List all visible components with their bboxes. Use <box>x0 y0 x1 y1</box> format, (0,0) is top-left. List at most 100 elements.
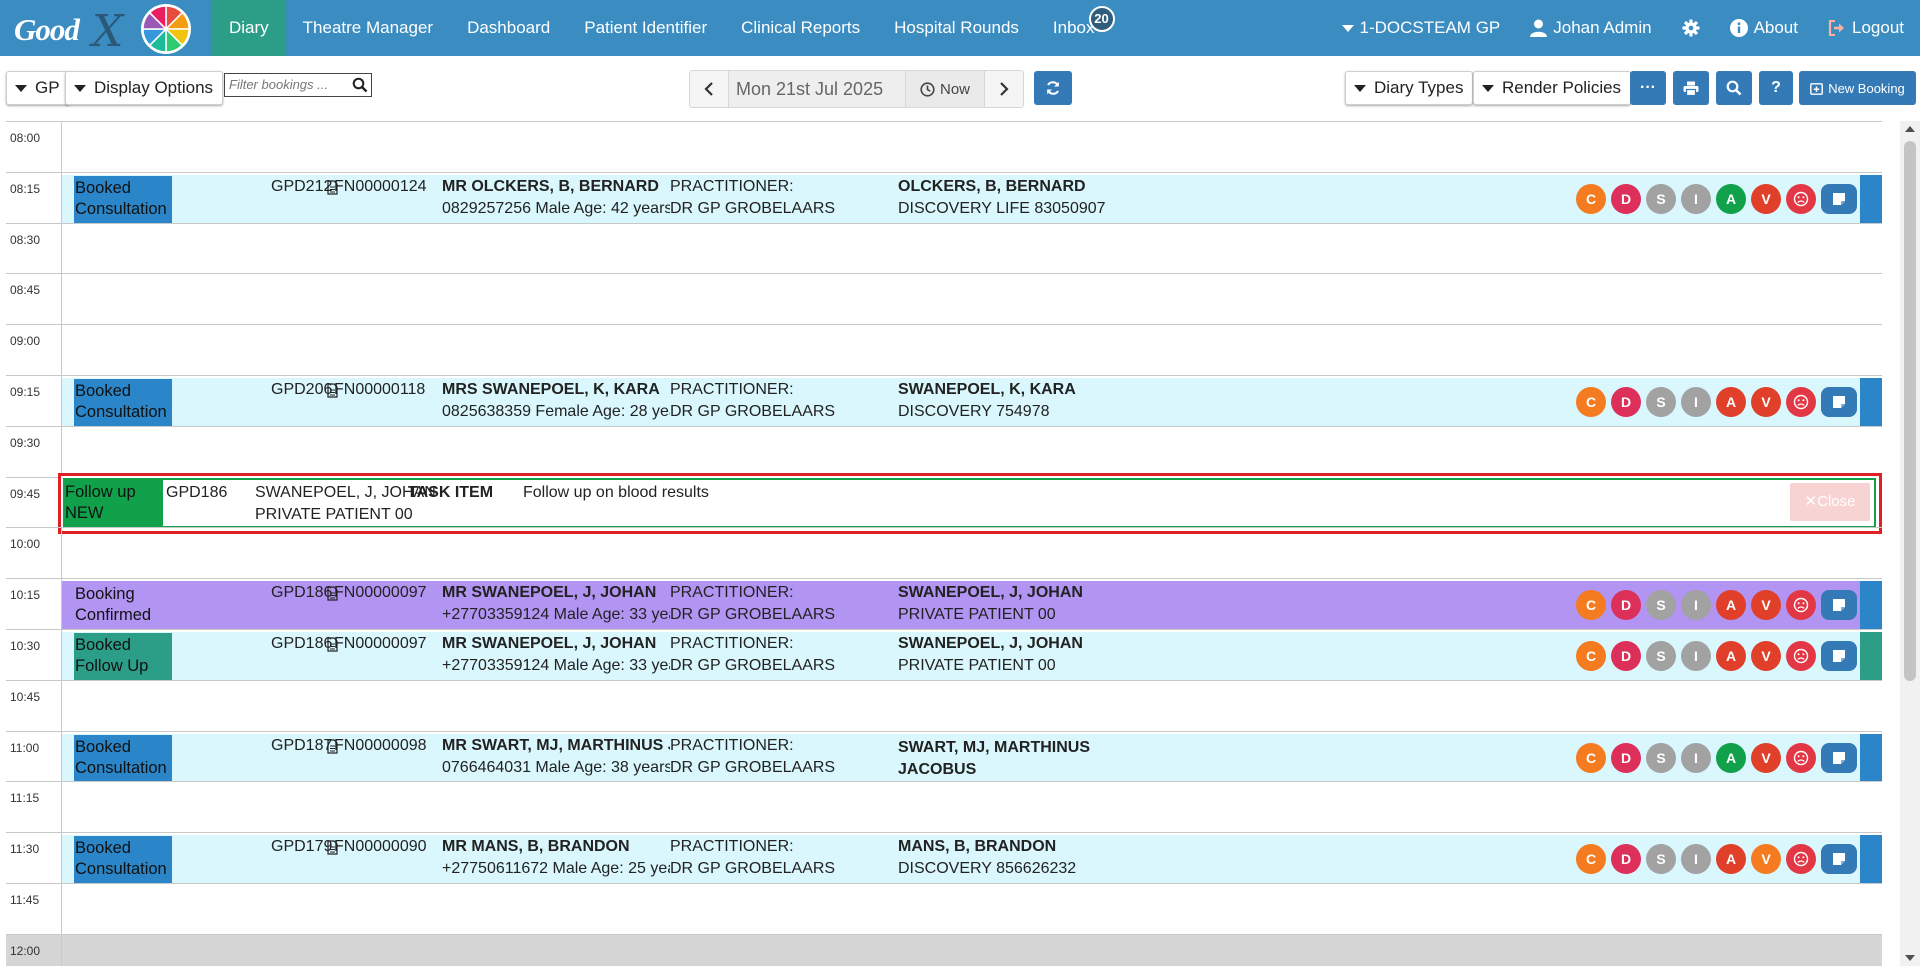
action-c-button[interactable]: C <box>1576 183 1606 214</box>
action-c-button[interactable]: C <box>1576 844 1606 875</box>
sad-face-icon[interactable] <box>1786 742 1816 773</box>
file-number[interactable]: FN00000124 <box>334 178 427 196</box>
time-slot[interactable]: 08:00 <box>6 121 1882 173</box>
patient-name[interactable]: MR SWANEPOEL, J, JOHAN <box>442 635 670 653</box>
appointment-row[interactable]: Booked Consultation GPD179 FN00000090 MR MA… <box>62 835 1882 884</box>
action-v-button[interactable]: V <box>1751 590 1781 621</box>
file-number[interactable]: FN00000097 <box>334 584 427 602</box>
time-slot[interactable]: 12:00 <box>6 933 1882 966</box>
action-i-button[interactable]: I <box>1681 387 1711 417</box>
action-i-button[interactable]: I <box>1681 641 1711 671</box>
action-s-button[interactable]: S <box>1646 641 1676 671</box>
action-a-button[interactable]: A <box>1716 742 1746 773</box>
date-field[interactable]: Mon 21st Jul 2025 <box>728 71 906 107</box>
goodx-logo[interactable]: Good X <box>12 2 202 57</box>
diary-scrollbar[interactable] <box>1900 121 1920 966</box>
appointment-row[interactable]: Booked Consultation GPD187 FN00000098 MR SW… <box>62 733 1882 782</box>
task-item-highlighted[interactable]: Follow up NEW GPD186 SWANEPOEL, J, JOHAN PR… <box>58 472 1882 534</box>
action-c-button[interactable]: C <box>1576 590 1606 621</box>
settings-button[interactable] <box>1667 0 1715 56</box>
action-s-button[interactable]: S <box>1646 387 1676 417</box>
action-d-button[interactable]: D <box>1611 844 1641 875</box>
render-policies-dropdown[interactable]: Render Policies <box>1473 71 1632 105</box>
nav-diary[interactable]: Diary <box>212 0 286 56</box>
time-slot[interactable]: 10:30 Booked Follow Up GPD186 FN00000097 MR … <box>6 629 1882 681</box>
time-slot[interactable]: 10:15 Booking Confirmed GPD186 FN00000097 MR… <box>6 578 1882 631</box>
action-s-button[interactable]: S <box>1646 183 1676 214</box>
note-icon[interactable] <box>1821 183 1857 214</box>
time-slot[interactable]: 09:15 Booked Consultation GPD206 FN00000118… <box>6 375 1882 427</box>
appointment-row[interactable]: Booked Follow Up GPD186 FN00000097 MR SWANE… <box>62 632 1882 680</box>
about-link[interactable]: About <box>1715 0 1813 56</box>
note-icon[interactable] <box>1821 844 1857 875</box>
time-slot[interactable]: 10:00 <box>6 527 1882 580</box>
action-s-button[interactable]: S <box>1646 742 1676 773</box>
action-a-button[interactable]: A <box>1716 844 1746 875</box>
help-button[interactable]: ? <box>1759 71 1793 105</box>
search-button[interactable] <box>1716 71 1752 105</box>
note-icon[interactable] <box>1821 641 1857 671</box>
patient-name[interactable]: MR SWART, MJ, MARTHINUS JACOBUS <box>442 737 670 755</box>
action-i-button[interactable]: I <box>1681 590 1711 621</box>
sad-face-icon[interactable] <box>1786 590 1816 621</box>
note-icon[interactable] <box>1821 387 1857 417</box>
action-a-button[interactable]: A <box>1716 590 1746 621</box>
sad-face-icon[interactable] <box>1786 844 1816 875</box>
time-slot[interactable]: 09:30 <box>6 425 1882 478</box>
file-number[interactable]: FN00000097 <box>334 635 427 653</box>
file-number[interactable]: FN00000118 <box>334 381 425 399</box>
action-v-button[interactable]: V <box>1751 641 1781 671</box>
file-number[interactable]: FN00000098 <box>334 737 427 755</box>
nav-clinical-reports[interactable]: Clinical Reports <box>724 0 877 56</box>
patient-name[interactable]: MR SWANEPOEL, J, JOHAN <box>442 584 670 602</box>
nav-patient-identifier[interactable]: Patient Identifier <box>567 0 724 56</box>
next-day-button[interactable] <box>985 71 1023 107</box>
sad-face-icon[interactable] <box>1786 387 1816 417</box>
action-d-button[interactable]: D <box>1611 742 1641 773</box>
patient-name[interactable]: MRS SWANEPOEL, K, KARA <box>442 381 670 399</box>
time-slot[interactable]: 09:45 Follow up NEW GPD186 SWANEPOEL, J, JO… <box>6 472 1882 534</box>
file-number[interactable]: FN00000090 <box>334 838 427 856</box>
action-a-button[interactable]: A <box>1716 641 1746 671</box>
sad-face-icon[interactable] <box>1786 183 1816 214</box>
refresh-button[interactable] <box>1034 71 1072 105</box>
appointment-row[interactable]: Booked Consultation GPD212 FN00000124 MR OL… <box>62 174 1882 223</box>
action-d-button[interactable]: D <box>1611 590 1641 621</box>
time-slot[interactable]: 11:15 <box>6 781 1882 834</box>
action-i-button[interactable]: I <box>1681 183 1711 214</box>
scroll-thumb[interactable] <box>1904 141 1916 681</box>
sad-face-icon[interactable] <box>1786 641 1816 671</box>
scroll-up-icon[interactable] <box>1905 126 1915 132</box>
time-slot[interactable]: 10:45 <box>6 679 1882 732</box>
more-options-button[interactable]: ··· <box>1630 71 1666 105</box>
action-v-button[interactable]: V <box>1751 183 1781 214</box>
time-slot[interactable]: 08:30 <box>6 222 1882 275</box>
action-a-button[interactable]: A <box>1716 387 1746 417</box>
time-slot[interactable]: 09:00 <box>6 324 1882 377</box>
now-button[interactable]: Now <box>906 71 985 107</box>
print-button[interactable] <box>1673 71 1709 105</box>
task-item[interactable]: Follow up NEW GPD186 SWANEPOEL, J, JOHAN PR… <box>63 477 1876 528</box>
action-d-button[interactable]: D <box>1611 387 1641 417</box>
note-icon[interactable] <box>1821 742 1857 773</box>
practice-dropdown[interactable]: 1-DOCSTEAM GP <box>1327 0 1516 56</box>
patient-name[interactable]: MR OLCKERS, B, BERNARD <box>442 178 670 196</box>
prev-day-button[interactable] <box>690 71 728 107</box>
appointment-row[interactable]: Booking Confirmed GPD186 FN00000097 MR SWAN… <box>62 581 1882 630</box>
time-slot[interactable]: 08:15 Booked Consultation GPD212 FN00000124… <box>6 171 1882 224</box>
action-s-button[interactable]: S <box>1646 590 1676 621</box>
patient-name[interactable]: MR MANS, B, BRANDON <box>442 838 670 856</box>
user-menu[interactable]: Johan Admin <box>1515 0 1666 56</box>
appointment-row[interactable]: Booked Consultation GPD206 FN00000118 MRS S… <box>62 378 1882 426</box>
filter-bookings-input[interactable]: Filter bookings ... <box>224 73 372 97</box>
action-d-button[interactable]: D <box>1611 641 1641 671</box>
scroll-down-icon[interactable] <box>1905 955 1915 961</box>
action-s-button[interactable]: S <box>1646 844 1676 875</box>
display-options-dropdown[interactable]: Display Options <box>65 71 224 105</box>
nav-theatre-manager[interactable]: Theatre Manager <box>286 0 450 56</box>
action-v-button[interactable]: V <box>1751 387 1781 417</box>
nav-hospital-rounds[interactable]: Hospital Rounds <box>877 0 1036 56</box>
time-slot[interactable]: 11:00 Booked Consultation GPD187 FN00000098… <box>6 730 1882 783</box>
time-slot[interactable]: 08:45 <box>6 273 1882 326</box>
action-a-button[interactable]: A <box>1716 183 1746 214</box>
